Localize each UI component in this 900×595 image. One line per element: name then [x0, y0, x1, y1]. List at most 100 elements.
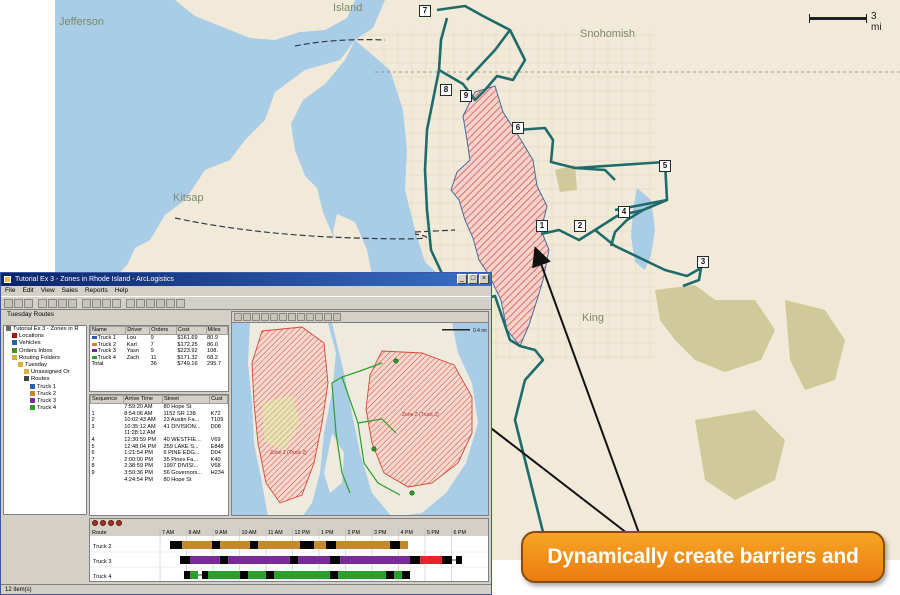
- barrier-tool-icon[interactable]: [297, 313, 305, 321]
- cut-icon[interactable]: [48, 298, 57, 308]
- gantt-stop-bar[interactable]: [300, 541, 314, 549]
- redo-icon[interactable]: [166, 298, 175, 308]
- gantt-stop-bar[interactable]: [314, 541, 326, 549]
- gantt-stop-bar[interactable]: [298, 556, 330, 564]
- close-button[interactable]: ×: [479, 274, 489, 284]
- table-row[interactable]: 3 10:35:12 AM 41 DIVISION... D08: [91, 424, 228, 431]
- report-icon[interactable]: [112, 298, 121, 308]
- gantt-canvas[interactable]: Route 7 AM 8 AM 9 AM 10 AM 11 AM 12 PM 1 PM 2 PM…: [90, 528, 489, 582]
- gantt-stop-bar[interactable]: [394, 571, 402, 579]
- vehicle-tool-icon[interactable]: [82, 298, 91, 308]
- col-header-street[interactable]: Street: [161, 395, 211, 404]
- gantt-stop-bar[interactable]: [170, 541, 182, 549]
- gantt-stop-bar[interactable]: [250, 541, 258, 549]
- minimize-button[interactable]: _: [457, 274, 467, 284]
- window-titlebar[interactable]: Tutorial Ex 3 - Zones in Rhode Island - …: [1, 273, 491, 286]
- gantt-stop-bar[interactable]: [190, 556, 220, 564]
- gantt-stop-bar[interactable]: [340, 556, 410, 564]
- table-row[interactable]: 8 2:38:59 PM 1997 DIVISI... V68: [91, 463, 228, 470]
- gantt-stop-bar[interactable]: [184, 571, 190, 579]
- gantt-stop-bar[interactable]: [386, 571, 394, 579]
- arclogistics-window[interactable]: Tutorial Ex 3 - Zones in Rhode Island - …: [0, 272, 492, 595]
- tree-node[interactable]: Unassigned Or: [4, 369, 86, 376]
- pointer-tool-icon[interactable]: [234, 313, 242, 321]
- print-map-icon[interactable]: [333, 313, 341, 321]
- gantt-stop-bar[interactable]: [182, 541, 212, 549]
- table-row[interactable]: 6 1:21:54 PM 6 PINE EDG... D04: [91, 450, 228, 457]
- print-icon[interactable]: [38, 298, 47, 308]
- tree-node[interactable]: Tutorial Ex 3 - Zones in R: [4, 326, 86, 333]
- gantt-stop-bar[interactable]: [258, 541, 300, 549]
- maximize-button[interactable]: □: [468, 274, 478, 284]
- table-row[interactable]: Truck 1 Lou 9 $161.69 80.9: [91, 335, 228, 342]
- paste-icon[interactable]: [68, 298, 77, 308]
- gantt-stop-bar[interactable]: [456, 556, 462, 564]
- gantt-stop-bar[interactable]: [330, 571, 338, 579]
- menu-view[interactable]: View: [41, 286, 55, 296]
- route-map-canvas[interactable]: 0.4 mi: [232, 323, 489, 516]
- schedule-gantt[interactable]: Route 7 AM 8 AM 9 AM 10 AM 11 AM 12 PM 1 PM 2 PM…: [89, 518, 489, 582]
- table-row[interactable]: Truck 3 Yasn 9 $223.92 108.: [91, 348, 228, 355]
- tree-node[interactable]: Truck 1: [4, 383, 86, 391]
- tree-node[interactable]: Truck 2: [4, 390, 86, 398]
- properties-icon[interactable]: [136, 298, 145, 308]
- tree-node[interactable]: Truck 3: [4, 397, 86, 405]
- col-header-sequence[interactable]: Sequence: [90, 395, 124, 404]
- col-header-name[interactable]: Name: [90, 326, 127, 335]
- table-row[interactable]: 7 2:00:00 PM 35 Pines Fa... K40: [91, 457, 228, 464]
- table-row[interactable]: 11:28:12 AM: [91, 430, 228, 437]
- measure-icon[interactable]: [315, 313, 323, 321]
- gantt-stop-bar[interactable]: [208, 571, 240, 579]
- menu-reports[interactable]: Reports: [85, 286, 108, 296]
- gantt-stop-bar[interactable]: [326, 541, 336, 549]
- col-header-orders[interactable]: Orders: [149, 326, 177, 335]
- table-row[interactable]: 9 3:50:36 PM 56 Governors... H234: [91, 470, 228, 477]
- route-tool-icon[interactable]: [92, 298, 101, 308]
- gantt-stop-bar[interactable]: [228, 556, 290, 564]
- gantt-stop-bar[interactable]: [338, 571, 386, 579]
- menu-file[interactable]: File: [5, 286, 15, 296]
- identify-icon[interactable]: [288, 313, 296, 321]
- col-header-driver[interactable]: Driver: [125, 326, 151, 335]
- tree-node[interactable]: Orders Inbox: [4, 347, 86, 355]
- table-row[interactable]: 2 10:02:43 AM 23 Austin Fa... T109: [91, 417, 228, 424]
- optimize-icon[interactable]: [102, 298, 111, 308]
- gantt-stop-bar[interactable]: [190, 571, 198, 579]
- tree-node[interactable]: Locations: [4, 333, 86, 340]
- table-row[interactable]: Truck 2 Karl 7 $172.25 86.0: [91, 342, 228, 349]
- tree-node[interactable]: Vehicles: [4, 340, 86, 347]
- table-row[interactable]: 7:59:20 AM 80 Hope St: [91, 404, 228, 411]
- tree-node[interactable]: Truck 4: [4, 405, 86, 412]
- col-header-cost[interactable]: Cost: [175, 326, 207, 335]
- gantt-stop-bar[interactable]: [330, 556, 340, 564]
- tree-node[interactable]: Routing Folders: [4, 354, 86, 362]
- table-row[interactable]: 5 12:48:04 PM 259 LAKE S... E848: [91, 444, 228, 451]
- select-tool-icon[interactable]: [243, 313, 251, 321]
- gantt-stop-bar[interactable]: [220, 556, 228, 564]
- gantt-stop-bar[interactable]: [390, 541, 400, 549]
- gantt-stop-bar[interactable]: [202, 571, 208, 579]
- undo-icon[interactable]: [156, 298, 165, 308]
- gantt-tool-icon[interactable]: [92, 520, 98, 526]
- save-icon[interactable]: [24, 298, 33, 308]
- gantt-stop-bar[interactable]: [400, 541, 408, 549]
- gantt-tool-icon[interactable]: [100, 520, 106, 526]
- menu-edit[interactable]: Edit: [22, 286, 33, 296]
- table-row[interactable]: 4:24:54 PM 80 Hope St: [91, 477, 228, 484]
- menu-help[interactable]: Help: [115, 286, 128, 296]
- table-row[interactable]: Total 36 $749.16 295.7: [91, 361, 228, 368]
- pan-icon[interactable]: [270, 313, 278, 321]
- copy-icon[interactable]: [58, 298, 67, 308]
- gantt-stop-bar[interactable]: [420, 556, 442, 564]
- gantt-stop-bar[interactable]: [336, 541, 390, 549]
- tree-node[interactable]: Routes: [4, 376, 86, 383]
- layers-icon[interactable]: [324, 313, 332, 321]
- gantt-stop-bar[interactable]: [180, 556, 190, 564]
- gantt-tool-icon[interactable]: [108, 520, 114, 526]
- gantt-stop-bar[interactable]: [402, 571, 410, 579]
- gantt-stop-bar[interactable]: [442, 556, 452, 564]
- col-header-miles[interactable]: Miles: [205, 326, 228, 335]
- route-summary-grid[interactable]: Name Driver Orders Cost Miles Truck 1 Lou…: [89, 325, 229, 392]
- project-tree[interactable]: Tutorial Ex 3 - Zones in R Locations Vehic…: [3, 325, 87, 515]
- gantt-stop-bar[interactable]: [266, 571, 274, 579]
